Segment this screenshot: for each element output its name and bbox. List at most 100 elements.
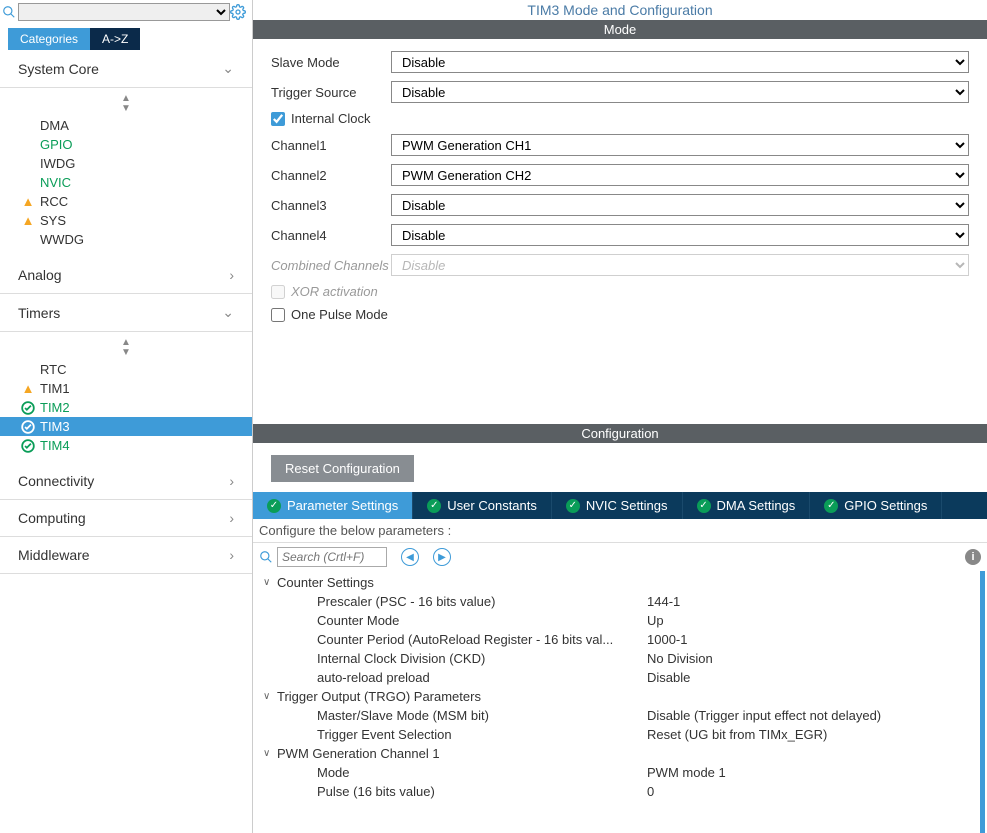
param-row[interactable]: Counter ModeUp xyxy=(263,611,987,630)
tree-item-label: RTC xyxy=(40,362,66,377)
category-header-computing[interactable]: Computing› xyxy=(0,500,252,537)
one-pulse-label: One Pulse Mode xyxy=(291,307,388,322)
tree-item-label: WWDG xyxy=(40,232,84,247)
chevron-right-icon: › xyxy=(229,473,234,489)
params-body: ∨Counter SettingsPrescaler (PSC - 16 bit… xyxy=(253,571,987,833)
config-section: Configuration Reset Configuration ✓Param… xyxy=(253,422,987,833)
tree-item-tim4[interactable]: TIM4 xyxy=(0,436,252,455)
param-group-header[interactable]: ∨Trigger Output (TRGO) Parameters xyxy=(263,687,987,706)
gear-icon[interactable] xyxy=(230,4,246,20)
check-icon: ✓ xyxy=(427,499,441,513)
param-row[interactable]: Prescaler (PSC - 16 bits value)144-1 xyxy=(263,592,987,611)
tree-item-label: SYS xyxy=(40,213,66,228)
category-header-middleware[interactable]: Middleware› xyxy=(0,537,252,574)
tree-item-label: TIM3 xyxy=(40,419,70,434)
scrollbar-indicator[interactable] xyxy=(980,571,985,833)
config-tab-nvic-settings[interactable]: ✓NVIC Settings xyxy=(552,492,683,519)
category-label: Connectivity xyxy=(18,473,94,489)
tree-item-gpio[interactable]: GPIO xyxy=(0,135,252,154)
tree-item-tim2[interactable]: TIM2 xyxy=(0,398,252,417)
param-row[interactable]: Counter Period (AutoReload Register - 16… xyxy=(263,630,987,649)
param-group-header[interactable]: ∨PWM Generation Channel 1 xyxy=(263,744,987,763)
check-icon: ✓ xyxy=(697,499,711,513)
chevron-down-icon: ∨ xyxy=(263,748,277,759)
warning-icon: ▲ xyxy=(20,213,36,228)
category-body: ▲▼ RTC ▲TIM1TIM2 TIM3 TIM4 xyxy=(0,332,252,463)
param-value: 1000-1 xyxy=(647,632,687,647)
config-tab-user-constants[interactable]: ✓ User Constants xyxy=(413,492,552,519)
param-name: Mode xyxy=(317,765,647,780)
info-icon[interactable]: i xyxy=(965,549,981,565)
tab-az[interactable]: A->Z xyxy=(90,28,140,50)
internal-clock-checkbox[interactable] xyxy=(271,112,285,126)
warning-icon: ▲ xyxy=(20,194,36,209)
param-value: Disable xyxy=(647,670,690,685)
tree-item-wwdg[interactable]: WWDG xyxy=(0,230,252,249)
param-name: Trigger Event Selection xyxy=(317,727,647,742)
tree-item-rtc[interactable]: RTC xyxy=(0,360,252,379)
param-group-header[interactable]: ∨Counter Settings xyxy=(263,573,987,592)
config-tabs: ✓Parameter Settings✓User Constants✓NVIC … xyxy=(253,492,987,519)
param-row[interactable]: auto-reload preloadDisable xyxy=(263,668,987,687)
one-pulse-checkbox[interactable] xyxy=(271,308,285,322)
config-tab-label: NVIC Settings xyxy=(586,498,668,513)
tree-item-tim3[interactable]: TIM3 xyxy=(0,417,252,436)
check-circle-icon xyxy=(20,439,36,453)
param-group-label: Trigger Output (TRGO) Parameters xyxy=(277,689,481,704)
category-header-analog[interactable]: Analog› xyxy=(0,257,252,294)
category-header-connectivity[interactable]: Connectivity › xyxy=(0,463,252,500)
config-tab-label: User Constants xyxy=(447,498,537,513)
param-search-input[interactable] xyxy=(277,547,387,567)
channel4-select[interactable]: Disable xyxy=(391,224,969,246)
config-tab-dma-settings[interactable]: ✓ DMA Settings xyxy=(683,492,811,519)
tree-item-label: RCC xyxy=(40,194,68,209)
xor-checkbox xyxy=(271,285,285,299)
param-value: 0 xyxy=(647,784,654,799)
config-tab-label: DMA Settings xyxy=(717,498,796,513)
trigger-source-select[interactable]: Disable xyxy=(391,81,969,103)
config-tab-gpio-settings[interactable]: ✓GPIO Settings xyxy=(810,492,942,519)
channel1-select[interactable]: PWM Generation CH1 xyxy=(391,134,969,156)
channel3-label: Channel3 xyxy=(271,198,391,213)
chevron-right-icon: › xyxy=(229,510,234,526)
slave-mode-select[interactable]: Disable xyxy=(391,51,969,73)
config-tab-parameter-settings[interactable]: ✓Parameter Settings xyxy=(253,492,413,519)
param-row[interactable]: Pulse (16 bits value)0 xyxy=(263,782,987,801)
param-row[interactable]: Internal Clock Division (CKD)No Division xyxy=(263,649,987,668)
chevron-down-icon: ⌄ xyxy=(222,304,234,321)
internal-clock-row[interactable]: Internal Clock xyxy=(271,111,969,126)
tree-item-tim1[interactable]: ▲TIM1 xyxy=(0,379,252,398)
param-row[interactable]: Trigger Event SelectionReset (UG bit fro… xyxy=(263,725,987,744)
chevron-down-icon: ∨ xyxy=(263,691,277,702)
trigger-source-label: Trigger Source xyxy=(271,85,391,100)
param-row[interactable]: Master/Slave Mode (MSM bit)Disable (Trig… xyxy=(263,706,987,725)
categories-container: System Core⌄▲▼DMAGPIOIWDGNVIC▲RCC▲SYSWWD… xyxy=(0,50,252,574)
tree-item-sys[interactable]: ▲ SYS xyxy=(0,211,252,230)
category-header-system-core[interactable]: System Core⌄ xyxy=(0,50,252,88)
tree-item-rcc[interactable]: ▲ RCC xyxy=(0,192,252,211)
tree-item-iwdg[interactable]: IWDG xyxy=(0,154,252,173)
sort-handle-icon[interactable]: ▲▼ xyxy=(0,336,252,360)
tab-categories[interactable]: Categories xyxy=(8,28,90,50)
channel2-select[interactable]: PWM Generation CH2 xyxy=(391,164,969,186)
channel3-select[interactable]: Disable xyxy=(391,194,969,216)
reset-config-button[interactable]: Reset Configuration xyxy=(271,455,414,482)
category-header-timers[interactable]: Timers⌄ xyxy=(0,294,252,332)
param-value: Disable (Trigger input effect not delaye… xyxy=(647,708,881,723)
category-label: Middleware xyxy=(18,547,90,563)
tree-item-label: TIM4 xyxy=(40,438,70,453)
one-pulse-row[interactable]: One Pulse Mode xyxy=(271,307,969,322)
category-label: System Core xyxy=(18,61,99,77)
param-value: Up xyxy=(647,613,664,628)
param-value: No Division xyxy=(647,651,713,666)
sort-handle-icon[interactable]: ▲▼ xyxy=(0,92,252,116)
check-icon: ✓ xyxy=(824,499,838,513)
prev-result-button[interactable]: ◀ xyxy=(401,548,419,566)
tree-item-nvic[interactable]: NVIC xyxy=(0,173,252,192)
param-value: PWM mode 1 xyxy=(647,765,726,780)
param-row[interactable]: ModePWM mode 1 xyxy=(263,763,987,782)
chevron-right-icon: › xyxy=(229,267,234,283)
tree-item-dma[interactable]: DMA xyxy=(0,116,252,135)
search-select[interactable] xyxy=(18,3,230,21)
next-result-button[interactable]: ▶ xyxy=(433,548,451,566)
